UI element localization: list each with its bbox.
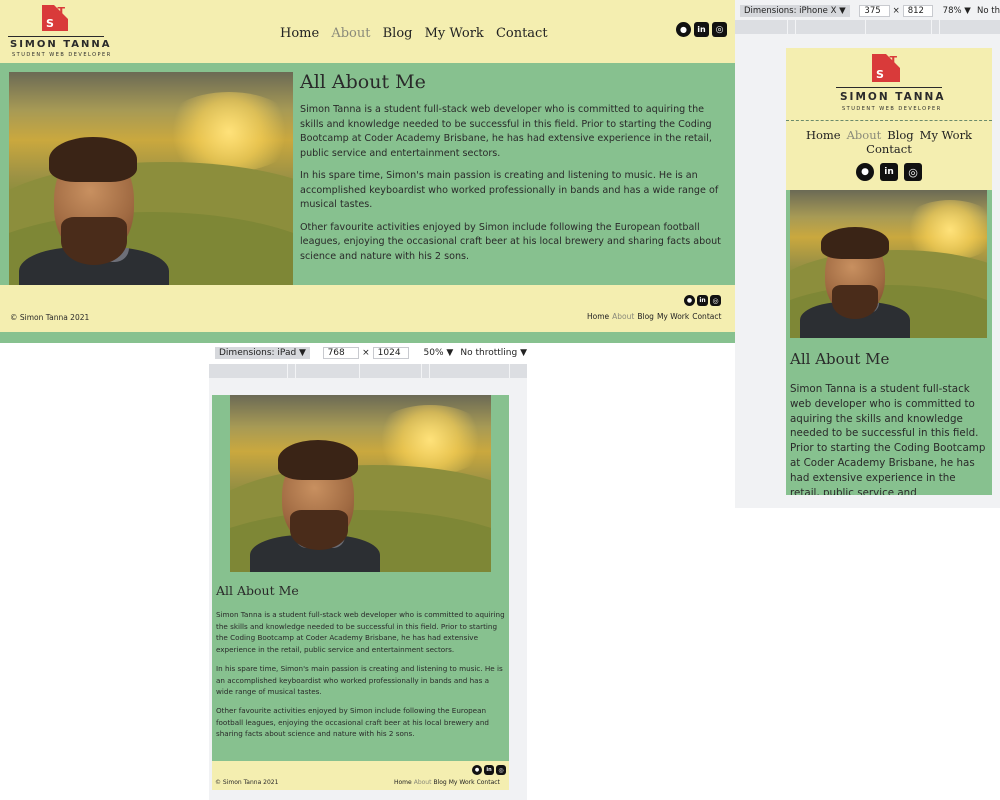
width-input[interactable]: 768 xyxy=(322,347,360,359)
main-nav: Home About Blog My Work Contact xyxy=(280,26,556,41)
footer-copyright: © Simon Tanna 2021 xyxy=(10,313,90,322)
zoom-select[interactable]: 50% ▼ xyxy=(424,348,454,358)
profile-photo xyxy=(230,395,491,572)
nav-blog[interactable]: Blog xyxy=(887,128,913,142)
github-icon[interactable]: ● xyxy=(676,22,691,37)
page-title: All About Me xyxy=(216,583,299,598)
iphone-ruler xyxy=(735,20,1000,34)
github-icon[interactable]: ● xyxy=(684,295,695,306)
github-icon[interactable]: ● xyxy=(856,163,874,181)
nav-home[interactable]: Home xyxy=(806,128,841,142)
linkedin-icon[interactable]: in xyxy=(694,22,709,37)
page-title: All About Me xyxy=(300,71,426,93)
logo-mark-icon: S T xyxy=(872,54,900,82)
nav-about[interactable]: About xyxy=(331,26,370,41)
desktop-main: All About Me Simon Tanna is a student fu… xyxy=(0,63,735,285)
ipad-view: All About Me Simon Tanna is a student fu… xyxy=(212,395,509,795)
width-input[interactable]: 375 xyxy=(859,5,890,17)
iphone-header: S T SIMON TANNA STUDENT WEB DEVELOPER Ho… xyxy=(786,48,992,190)
about-paragraph: Simon Tanna is a student full-stack web … xyxy=(300,104,712,159)
linkedin-icon[interactable]: in xyxy=(484,765,494,775)
footer-nav-blog[interactable]: Blog xyxy=(433,779,446,786)
throttle-select[interactable]: No th xyxy=(977,6,1000,16)
footer-nav-my-work[interactable]: My Work xyxy=(657,312,689,321)
logo[interactable]: S T SIMON TANNA STUDENT WEB DEVELOPER xyxy=(8,5,110,58)
height-input[interactable]: 1024 xyxy=(372,347,410,359)
page-title: All About Me xyxy=(790,350,890,368)
footer-nav-home[interactable]: Home xyxy=(587,312,609,321)
about-paragraph: Other favourite activities enjoyed by Si… xyxy=(300,221,721,262)
desktop-header: S T SIMON TANNA STUDENT WEB DEVELOPER Ho… xyxy=(0,0,735,63)
linkedin-icon[interactable]: in xyxy=(880,163,898,181)
ipad-ruler xyxy=(209,364,527,378)
footer-social-links: ● in ◎ xyxy=(684,295,721,306)
footer-nav-blog[interactable]: Blog xyxy=(637,312,654,321)
device-select[interactable]: Dimensions: iPad ▼ xyxy=(215,347,310,359)
profile-photo xyxy=(790,190,987,338)
iphone-devtools-bar: Dimensions: iPhone X ▼ 375 × 812 78% ▼ N… xyxy=(740,2,1000,20)
logo-name: SIMON TANNA xyxy=(840,91,946,103)
height-input[interactable]: 812 xyxy=(902,5,933,17)
footer-nav-about[interactable]: About xyxy=(612,312,634,321)
logo-subtitle: STUDENT WEB DEVELOPER xyxy=(12,52,112,58)
desktop-view: S T SIMON TANNA STUDENT WEB DEVELOPER Ho… xyxy=(0,0,735,343)
footer-nav-contact[interactable]: Contact xyxy=(692,312,721,321)
desktop-footer: ● in ◎ © Simon Tanna 2021 Home About Blog M… xyxy=(0,285,735,332)
nav-home[interactable]: Home xyxy=(280,26,319,41)
profile-photo xyxy=(9,72,293,285)
nav-about[interactable]: About xyxy=(847,128,882,142)
nav-blog[interactable]: Blog xyxy=(383,26,413,41)
github-icon[interactable]: ● xyxy=(472,765,482,775)
social-links: ● in ◎ xyxy=(676,22,727,37)
about-paragraph: Simon Tanna is a student full-stack web … xyxy=(216,610,505,655)
nav-my-work[interactable]: My Work xyxy=(425,26,484,41)
logo[interactable]: S T SIMON TANNA STUDENT WEB DEVELOPER xyxy=(834,54,944,114)
logo-name: SIMON TANNA xyxy=(10,39,112,50)
logo-mark-icon: S T xyxy=(42,5,68,31)
footer-nav-home[interactable]: Home xyxy=(394,779,412,786)
instagram-icon[interactable]: ◎ xyxy=(710,295,721,306)
footer-nav-my-work[interactable]: My Work xyxy=(449,779,475,786)
main-nav: Home About Blog My Work Contact xyxy=(786,128,992,156)
instagram-icon[interactable]: ◎ xyxy=(712,22,727,37)
footer-nav-about[interactable]: About xyxy=(414,779,432,786)
about-paragraph: Other favourite activities enjoyed by Si… xyxy=(216,705,489,739)
about-paragraph: In his spare time, Simon's main passion … xyxy=(300,170,719,210)
footer-nav-contact[interactable]: Contact xyxy=(477,779,500,786)
linkedin-icon[interactable]: in xyxy=(697,295,708,306)
footer-nav: Home About Blog My Work Contact xyxy=(394,779,500,786)
device-select[interactable]: Dimensions: iPhone X ▼ xyxy=(740,5,850,17)
iphone-view: S T SIMON TANNA STUDENT WEB DEVELOPER Ho… xyxy=(786,48,992,495)
nav-contact[interactable]: Contact xyxy=(496,26,548,41)
times-symbol: × xyxy=(362,348,370,358)
nav-my-work[interactable]: My Work xyxy=(920,128,972,142)
ipad-devtools-bar: Dimensions: iPad ▼ 768 × 1024 50% ▼ No t… xyxy=(215,344,527,362)
about-text: Simon Tanna is a student full-stack web … xyxy=(790,383,986,495)
iphone-main: All About Me Simon Tanna is a student fu… xyxy=(786,190,992,495)
about-text: Simon Tanna is a student full-stack web … xyxy=(300,103,730,272)
logo-subtitle: STUDENT WEB DEVELOPER xyxy=(842,106,942,112)
footer-nav: Home About Blog My Work Contact xyxy=(587,312,721,321)
about-paragraph: In his spare time, Simon's main passion … xyxy=(216,663,503,697)
throttle-select[interactable]: No throttling ▼ xyxy=(460,348,527,358)
social-links: ● in ◎ xyxy=(856,163,922,181)
ipad-footer: ● in ◎ © Simon Tanna 2021 Home About Blog M… xyxy=(212,761,509,790)
instagram-icon[interactable]: ◎ xyxy=(904,163,922,181)
instagram-icon[interactable]: ◎ xyxy=(496,765,506,775)
times-symbol: × xyxy=(892,6,900,16)
about-text: Simon Tanna is a student full-stack web … xyxy=(216,609,506,748)
nav-contact[interactable]: Contact xyxy=(866,142,912,156)
zoom-select[interactable]: 78% ▼ xyxy=(943,6,971,16)
footer-copyright: © Simon Tanna 2021 xyxy=(215,779,279,786)
